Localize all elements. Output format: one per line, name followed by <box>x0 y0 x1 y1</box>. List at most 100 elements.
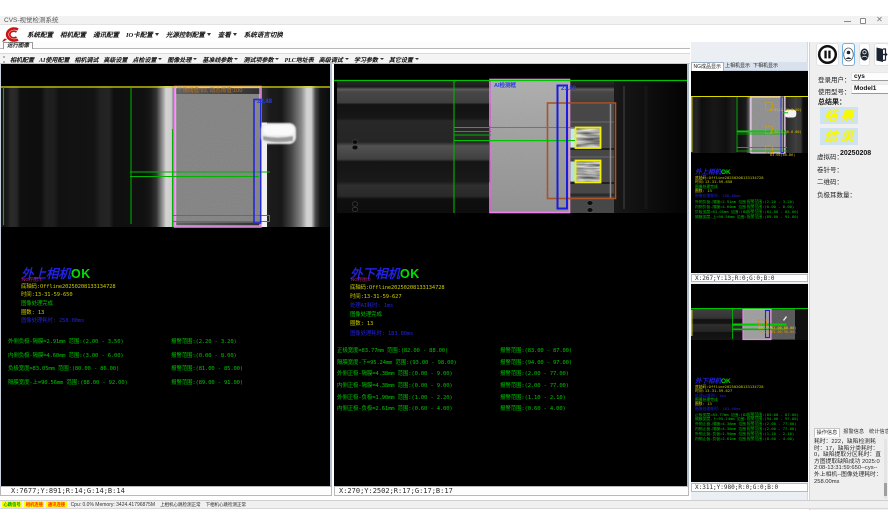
menu-item-label: IO卡配置 <box>126 29 153 39</box>
toolbar-item-test-params[interactable]: 测试项参数 <box>243 55 279 64</box>
tab-statistics-info[interactable]: 统计信息 <box>868 428 888 437</box>
chevron-down-icon <box>233 33 237 36</box>
toolbar-item-label: PLC地址表 <box>284 55 313 64</box>
menu-item-system-config[interactable]: 系统配置 <box>27 29 53 39</box>
minimize-icon[interactable] <box>844 21 851 22</box>
toolbar-item-advanced-settings[interactable]: 高级设置 <box>103 55 127 64</box>
menu-item-label: 系统语言切换 <box>244 29 283 39</box>
chevron-down-icon <box>234 58 238 60</box>
measurement-alarm: 报警范围:(0.00 - 8.00) <box>171 353 237 359</box>
chevron-down-icon <box>155 33 159 36</box>
toolbar-item-camera-config[interactable]: 相机配置 <box>10 55 34 64</box>
chevron-down-icon <box>415 58 419 60</box>
toolbar-item-label: 测试项参数 <box>243 55 273 64</box>
threshold-label: 下限阈值:93, 动态阈值:100 <box>177 88 242 94</box>
toolbar-item-baseline-params[interactable]: 基准线参数 <box>202 55 238 64</box>
upper-heartbeat-text: 上相机心跳检测正常 <box>160 502 201 508</box>
toolbar-item-label: 点检设置 <box>132 55 156 64</box>
toolbar: 相机配置 AI使用配置 相机调试 高级设置 点检设置 图像处理 基准线参数 测试… <box>0 53 690 64</box>
menu-item-label: 相机配置 <box>60 29 86 39</box>
measurement: 正极宽度=83.77mm 范围:(82.00 - 88.00) <box>337 348 448 354</box>
tab-operation-info[interactable]: 操作信息 <box>814 428 840 437</box>
menu-item-label: 系统配置 <box>27 29 53 39</box>
tab-count-label: 负极耳数量： <box>817 189 856 199</box>
logout-button[interactable] <box>874 43 888 66</box>
info-line: 底轴码:Offline20250208133134728 <box>350 285 445 291</box>
measurement: 外侧正极-隔膜=4.38mm 范围:(0.00 - 9.00) <box>337 371 453 377</box>
info-line: 时间:13-31-59-627 <box>350 294 401 300</box>
info-line: 圈数: 13 <box>350 321 373 327</box>
thumb-annotation: 2.91(2.00-3.50) <box>770 108 802 112</box>
toolbar-item-plc-address[interactable]: PLC地址表 <box>284 55 313 64</box>
pause-button[interactable] <box>816 43 839 66</box>
toolbar-item-label: 图像处理 <box>167 55 191 64</box>
thumb-measurement: 隔膜宽度-下=95.24mm 范围:(93.00 - 98.00) <box>695 417 747 421</box>
measurement-alarm: 报警范围:(2.00 - 77.00) <box>500 371 569 377</box>
tab-lower-camera[interactable]: 下相机显示 <box>752 62 780 71</box>
camera-view-upper[interactable]: 下限阈值:93, 动态阈值:100 23.48 外上相机OK NG存图:T 底轴… <box>0 64 332 486</box>
toolbar-item-advanced-debug[interactable]: 高级调试 <box>319 55 349 64</box>
thumbnail-view-upper[interactable]: 2.91(2.00-3.50) 4.60(3.00-6.00) 83.05(80… <box>691 71 808 273</box>
toolbar-item-spot-check[interactable]: 点检设置 <box>132 55 162 64</box>
menu-item-language[interactable]: 系统语言切换 <box>244 29 283 39</box>
camera-view-lower[interactable]: AI检测框 23.88 外下相机OK NG存图:0 底轴码:Offline202… <box>334 64 689 486</box>
virtual-code-value: 20250208 <box>840 150 871 157</box>
toolbar-item-learning-params[interactable]: 学习参数 <box>354 55 384 64</box>
model-field[interactable]: Model1 <box>851 84 888 94</box>
model-label: 使用型号： <box>818 86 851 96</box>
toolbar-item-ai-config[interactable]: AI使用配置 <box>39 55 69 64</box>
thumb-camera-title: 外下相机OK <box>695 375 731 385</box>
ai-box-label: AI检测框 <box>494 83 516 90</box>
thumb-measurement-alarm: 报警范围:(89.00 - 91.00) <box>747 215 799 219</box>
toolbar-item-label: 相机配置 <box>10 55 34 64</box>
thumb-measurement: 内侧正极-隔膜=4.38mm 范围:(0.00 - 9.00) <box>695 427 747 431</box>
menu-item-light-config[interactable]: 光源控制配置 <box>166 29 211 39</box>
toolbar-item-other-settings[interactable]: 其它设置 <box>389 55 419 64</box>
menu-item-label: 光源控制配置 <box>166 29 205 39</box>
close-icon[interactable]: ✕ <box>875 15 884 24</box>
result-display-2: 结 果 <box>820 128 858 145</box>
thumb-annotation: 83.77(82.00-88.00) <box>759 326 797 330</box>
tab-ng-display[interactable]: NG成品显示 <box>691 62 724 71</box>
login-user-field[interactable]: cys <box>851 72 888 82</box>
measurement-alarm: 报警范围:(0.60 - 4.00) <box>500 406 566 412</box>
tab-alarm-info[interactable]: 报警信息 <box>842 428 866 437</box>
login-user-button[interactable] <box>842 43 855 66</box>
operator-button[interactable] <box>859 43 870 66</box>
camera-result: OK <box>400 267 420 281</box>
thumb-measurement: 隔膜宽度-上=90.56mm 范围:(88.00 - 92.00) <box>695 215 747 219</box>
camera-status-badge: 相机连接 <box>24 501 44 508</box>
thumb-info-line: 图像处理耗时: 258.00ms <box>695 194 741 198</box>
thumb-measurement: 外侧正极-隔膜=4.38mm 范围:(0.00 - 9.00) <box>695 422 747 426</box>
thumbnail-view-lower[interactable]: 83.77(82.00-88.00) 95.24(93.00-98.00) 外下… <box>691 284 808 482</box>
toolbar-item-camera-debug[interactable]: 相机调试 <box>74 55 98 64</box>
page-tab-strip: 运行图像 <box>0 42 690 49</box>
tab-upper-camera[interactable]: 上相机显示 <box>724 62 752 71</box>
measurement: 负极宽度=83.05mm 范围:(80.00 - 86.00) <box>8 366 119 372</box>
comm-status-badge: 通讯连接 <box>46 501 66 508</box>
menu-item-view[interactable]: 查看 <box>218 29 237 39</box>
menu-item-io-config[interactable]: IO卡配置 <box>126 29 159 39</box>
menu-bar: 系统配置 相机配置 通讯配置 IO卡配置 光源控制配置 查看 系统语言切换 <box>0 26 888 42</box>
menu-item-camera-config[interactable]: 相机配置 <box>60 29 86 39</box>
log-scrollbar-thumb[interactable] <box>884 483 887 496</box>
info-line: 圈数: 13 <box>21 310 44 316</box>
tab-run-image[interactable]: 运行图像 <box>3 42 33 49</box>
toolbar-grip[interactable] <box>3 56 5 63</box>
logout-icon <box>875 44 888 65</box>
cpu-memory-text: Cpu: 0.0% Memory: 3424.41796875M <box>71 502 156 508</box>
restore-icon[interactable] <box>860 18 866 24</box>
thumb-measurement: 内侧负极-隔膜=4.60mm 范围:(3.00 - 6.00) <box>695 205 747 209</box>
menu-item-label: 查看 <box>218 29 231 39</box>
measurement-alarm: 报警范围:(89.00 - 91.00) <box>171 380 243 386</box>
toolbar-item-label: 基准线参数 <box>202 55 232 64</box>
menu-item-label: 通讯配置 <box>93 29 119 39</box>
info-line: 时间:13-31-59-650 <box>21 292 72 298</box>
camera-result: OK <box>71 267 91 281</box>
toolbar-item-image-processing[interactable]: 图像处理 <box>167 55 197 64</box>
roi-value-label: 23.88 <box>561 86 576 93</box>
log-scrollbar[interactable] <box>884 439 887 499</box>
lower-heartbeat-text: 下相机心跳检测正常 <box>206 502 247 508</box>
thumb-measurement: 内侧正极-负极=2.61mm 范围:(0.60 - 4.00) <box>695 437 747 441</box>
menu-item-comm-config[interactable]: 通讯配置 <box>93 29 119 39</box>
